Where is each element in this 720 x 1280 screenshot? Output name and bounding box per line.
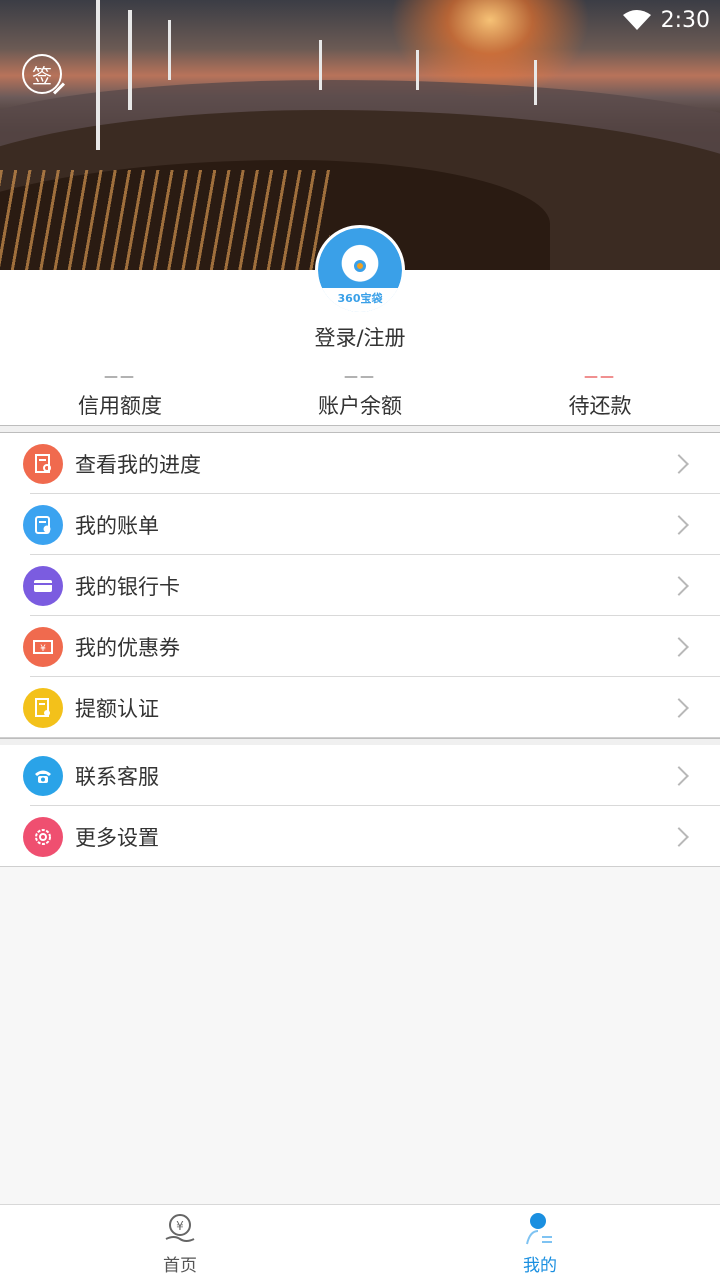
chevron-right-icon: [669, 697, 689, 718]
menu-item-certify[interactable]: 提额认证: [0, 677, 720, 738]
wifi-icon: [622, 10, 651, 30]
menu-item-coupon[interactable]: ¥ 我的优惠券: [0, 616, 720, 677]
stat-label: 信用额度: [78, 394, 162, 418]
stat-pending-repayment[interactable]: —— 待还款: [480, 370, 720, 425]
chevron-right-icon: [669, 765, 689, 786]
menu-label: 我的银行卡: [75, 574, 180, 599]
chevron-right-icon: [669, 636, 689, 657]
bank-card-icon: [23, 565, 63, 606]
menu-label: 我的优惠券: [75, 635, 180, 660]
nav-label: 首页: [163, 1256, 197, 1276]
bill-icon: [23, 504, 63, 545]
stat-label: 账户余额: [318, 394, 402, 418]
stat-credit-limit[interactable]: —— 信用额度: [0, 370, 240, 425]
bottom-nav: ¥ 首页 我的: [0, 1204, 720, 1280]
chevron-right-icon: [669, 453, 689, 474]
menu-item-contact-service[interactable]: 联系客服: [0, 745, 720, 806]
menu-label: 更多设置: [75, 825, 159, 850]
wind-turbine: [168, 20, 171, 80]
account-stats: —— 信用额度 —— 账户余额 —— 待还款: [0, 370, 720, 425]
nav-item-mine[interactable]: 我的: [360, 1205, 720, 1280]
nav-label: 我的: [523, 1256, 557, 1276]
menu-label: 我的账单: [75, 513, 159, 538]
sign-in-button[interactable]: 签: [22, 54, 66, 95]
status-bar: 2:30: [622, 6, 710, 34]
avatar[interactable]: 360宝袋: [315, 225, 405, 315]
wind-turbine: [416, 50, 419, 90]
chevron-right-icon: [669, 575, 689, 596]
user-icon: [526, 1213, 552, 1245]
progress-icon: [23, 443, 63, 484]
chevron-right-icon: [669, 826, 689, 847]
certify-icon: [23, 687, 63, 728]
avatar-logo-text: 360宝袋: [318, 288, 402, 312]
nav-item-home[interactable]: ¥ 首页: [0, 1205, 360, 1280]
wind-turbine: [128, 10, 132, 110]
menu-label: 提额认证: [75, 696, 159, 721]
row-divider: [0, 866, 720, 867]
menu-label: 查看我的进度: [75, 452, 201, 477]
stat-value: ——: [104, 369, 136, 385]
coin-icon: [354, 260, 366, 272]
menu-group-service: 联系客服 更多设置: [0, 745, 720, 867]
stat-label: 待还款: [568, 394, 632, 418]
wind-turbine: [534, 60, 537, 105]
menu-item-more-settings[interactable]: 更多设置: [0, 806, 720, 867]
login-register-link[interactable]: 登录/注册: [0, 322, 720, 352]
chevron-right-icon: [669, 514, 689, 535]
menu-item-bill[interactable]: 我的账单: [0, 494, 720, 555]
wind-turbine: [96, 0, 100, 150]
stat-account-balance[interactable]: —— 账户余额: [240, 370, 480, 425]
stat-value: ——: [584, 369, 616, 385]
wind-turbine: [319, 40, 322, 90]
menu-item-progress[interactable]: 查看我的进度: [0, 433, 720, 494]
svg-text:¥: ¥: [176, 1219, 184, 1233]
pen-icon: [52, 82, 66, 95]
sign-label: 签: [32, 63, 52, 88]
menu-item-bank-card[interactable]: 我的银行卡: [0, 555, 720, 616]
svg-text:¥: ¥: [40, 644, 46, 654]
home-yuan-icon: ¥: [165, 1214, 195, 1242]
menu-group-account: 查看我的进度 我的账单 我的银行卡 ¥ 我的优惠券 提额认证: [0, 433, 720, 738]
stat-value: ——: [344, 369, 376, 385]
grass: [0, 170, 330, 270]
menu-label: 联系客服: [75, 764, 159, 789]
phone-icon: [23, 755, 63, 796]
coupon-icon: ¥: [23, 626, 63, 667]
section-divider: [0, 425, 720, 433]
status-time: 2:30: [660, 7, 710, 33]
settings-icon: [23, 816, 63, 857]
